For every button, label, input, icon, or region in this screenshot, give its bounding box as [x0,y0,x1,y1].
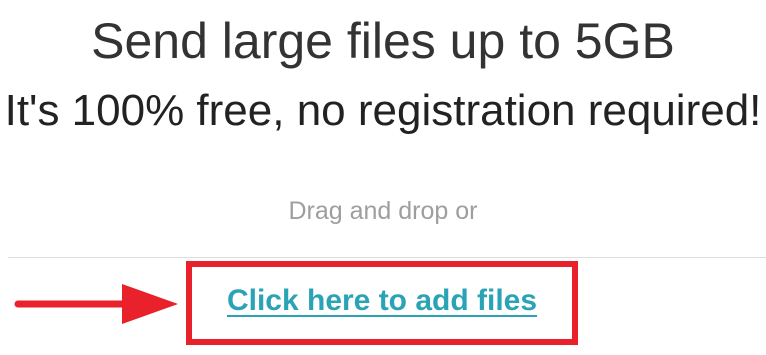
add-files-link[interactable]: Click here to add files [186,281,578,321]
page-title: Send large files up to 5GB [91,13,675,69]
drag-drop-hint: Drag and drop or [288,197,478,225]
divider [8,257,766,258]
right-arrow-icon [14,284,178,324]
page-subtitle: It's 100% free, no registration required… [4,86,762,135]
